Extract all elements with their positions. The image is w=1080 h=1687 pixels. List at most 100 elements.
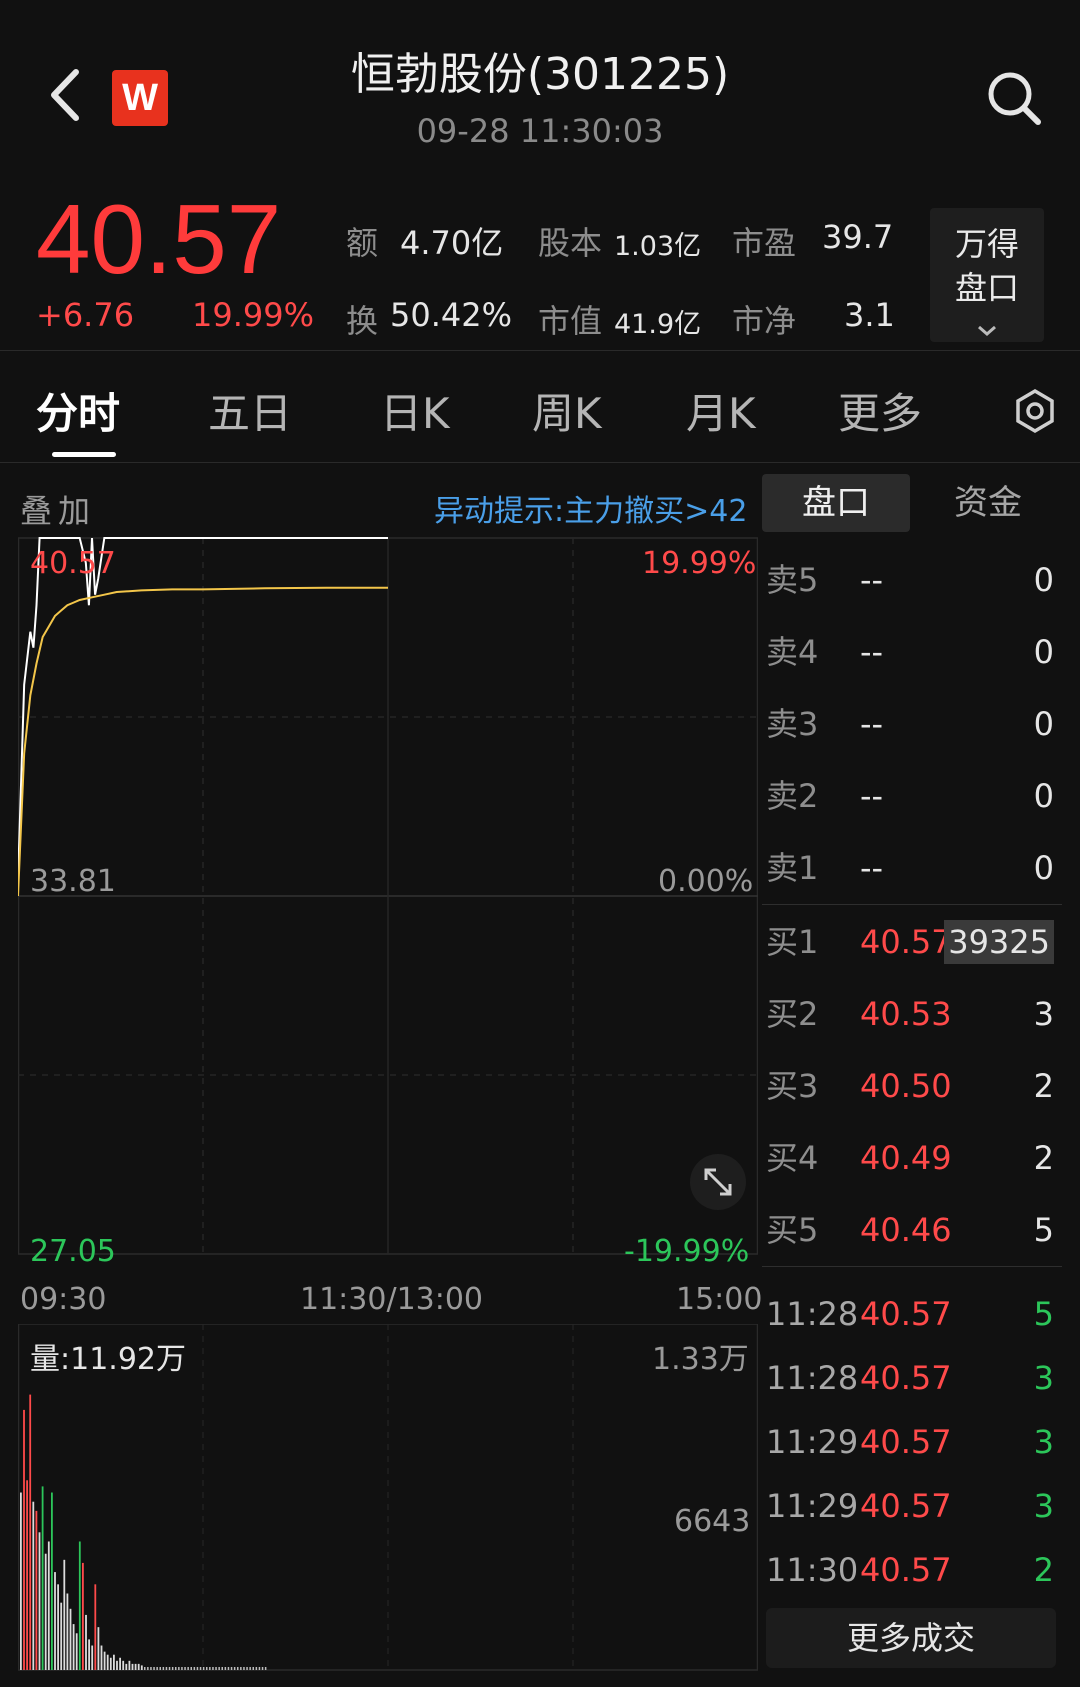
bid-row[interactable]: 买5 40.46 5 [766, 1194, 1056, 1266]
order-level-label: 买5 [766, 1211, 819, 1249]
order-volume: 0 [1033, 705, 1054, 743]
tab-weekly-k[interactable]: 周K [532, 380, 602, 441]
volume-bar [113, 1654, 115, 1670]
order-volume: 0 [1033, 777, 1054, 815]
volume-bar [23, 1409, 25, 1670]
trade-volume: 2 [1033, 1551, 1054, 1589]
volume-bar [35, 1510, 38, 1670]
alert-ticker[interactable]: 异动提示:主力撤买>42 [434, 486, 747, 530]
search-icon[interactable] [984, 68, 1044, 128]
trade-time: 11:28 [766, 1295, 859, 1333]
volume-bar [38, 1532, 41, 1670]
volume-bar [51, 1492, 53, 1670]
volume-bar [75, 1633, 78, 1670]
order-price: -- [860, 633, 884, 671]
order-price: -- [860, 777, 884, 815]
overlay-button[interactable]: 叠加 [20, 486, 96, 532]
volume-bar [181, 1667, 183, 1670]
volume-bar [116, 1660, 118, 1670]
volume-bar [202, 1667, 205, 1670]
tab-monthly-k[interactable]: 月K [686, 380, 756, 441]
trade-volume: 3 [1033, 1423, 1054, 1461]
price-low-label: 27.05 [30, 1234, 116, 1269]
volume-bar [224, 1667, 227, 1670]
volume-bar [171, 1667, 174, 1670]
trade-time: 11:29 [766, 1423, 859, 1461]
volume-bar [125, 1663, 128, 1670]
settings-icon[interactable] [1012, 388, 1058, 434]
pe-label: 市盈 [732, 224, 797, 262]
volume-bar [199, 1667, 202, 1670]
volume-bar [82, 1562, 84, 1670]
bid-row[interactable]: 买1 40.57 39325 [766, 906, 1056, 978]
ask-row[interactable]: 卖3 -- 0 [766, 688, 1056, 760]
volume-bar [237, 1667, 239, 1670]
tab-more[interactable]: 更多 [838, 380, 922, 441]
volume-bar [159, 1667, 161, 1670]
intraday-price-chart[interactable] [18, 534, 758, 1274]
trade-tick-row: 11:30 40.57 2 [766, 1538, 1056, 1602]
volume-bar [246, 1667, 248, 1670]
ask-row[interactable]: 卖2 -- 0 [766, 760, 1056, 832]
order-volume: 3 [1033, 995, 1054, 1033]
tab-five-day[interactable]: 五日 [208, 380, 292, 441]
tab-order-book[interactable]: 盘口 [762, 474, 910, 532]
volume-bar [165, 1667, 168, 1670]
order-level-label: 卖2 [766, 777, 819, 815]
order-price: 40.53 [860, 995, 952, 1033]
volume-label: 量:11.92万 [30, 1342, 186, 1377]
volume-bar [119, 1657, 121, 1670]
timestamp: 09-28 11:30:03 [416, 112, 664, 150]
volume-bar [109, 1657, 112, 1670]
volume-bar [78, 1541, 81, 1670]
volume-bar [88, 1639, 90, 1670]
volume-bar [32, 1501, 35, 1670]
ask-row[interactable]: 卖1 -- 0 [766, 832, 1056, 904]
pct-mid-label: 0.00% [658, 864, 754, 899]
volume-bar [85, 1614, 87, 1670]
pct-high-label: 19.99% [642, 546, 757, 581]
divider [0, 462, 1080, 463]
pb-label: 市净 [732, 302, 797, 340]
ask-row[interactable]: 卖5 -- 0 [766, 544, 1056, 616]
order-level-label: 卖1 [766, 849, 819, 887]
order-price: 40.57 [860, 923, 952, 961]
tab-intraday[interactable]: 分时 [36, 380, 120, 441]
price-mid-label: 33.81 [30, 864, 116, 899]
trade-volume: 3 [1033, 1487, 1054, 1525]
volume-bar [106, 1654, 109, 1670]
bid-row[interactable]: 买3 40.50 2 [766, 1050, 1056, 1122]
more-trades-button[interactable]: 更多成交 [766, 1608, 1056, 1668]
trade-volume: 3 [1033, 1359, 1054, 1397]
volume-bar [137, 1663, 140, 1670]
tab-daily-k[interactable]: 日K [380, 380, 450, 441]
tab-capital-flow[interactable]: 资金 [916, 474, 1060, 532]
volume-bar [168, 1667, 171, 1670]
volume-bar [94, 1584, 97, 1670]
volume-bar [258, 1667, 261, 1670]
volume-bar [249, 1667, 251, 1670]
volume-bar [221, 1667, 223, 1670]
order-volume: 0 [1033, 849, 1054, 887]
order-price: 40.46 [860, 1211, 952, 1249]
order-book-divider [762, 904, 1062, 905]
ask-row[interactable]: 卖4 -- 0 [766, 616, 1056, 688]
volume-bar [175, 1667, 177, 1670]
active-tab-indicator [52, 452, 116, 457]
volume-bar [122, 1660, 125, 1670]
volume-bar [243, 1667, 245, 1670]
order-volume: 2 [1033, 1067, 1054, 1105]
bid-row[interactable]: 买4 40.49 2 [766, 1122, 1056, 1194]
amount-label: 额 [346, 224, 379, 262]
volume-bar [29, 1394, 32, 1670]
volume-bar [264, 1667, 267, 1670]
volume-bar [20, 1492, 22, 1670]
volume-bar [230, 1667, 233, 1670]
wind-pankou-button[interactable]: 万得 盘口 [930, 208, 1044, 342]
trade-price: 40.57 [860, 1295, 952, 1333]
expand-icon[interactable] [690, 1154, 746, 1210]
wind-pankou-label-1: 万得 [954, 225, 1019, 263]
bid-row[interactable]: 买2 40.53 3 [766, 978, 1056, 1050]
capital-value: 1.03亿 [614, 231, 702, 262]
volume-bar [156, 1667, 158, 1670]
